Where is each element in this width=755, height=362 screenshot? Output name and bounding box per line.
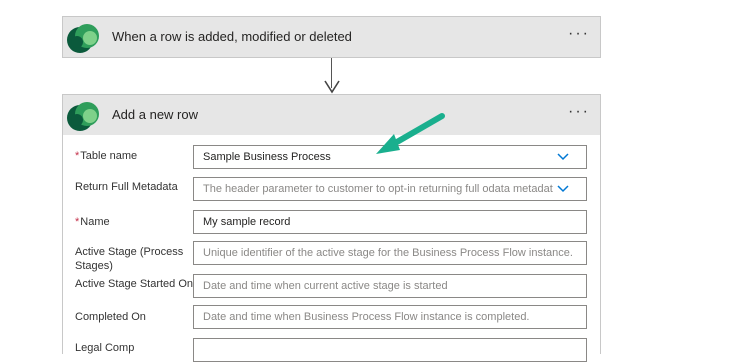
trigger-card-header[interactable]: When a row is added, modified or deleted… xyxy=(63,17,600,57)
active-stage-started-on-label: Active Stage Started On xyxy=(75,278,194,290)
return-full-metadata-dropdown[interactable]: The header parameter to customer to opt-… xyxy=(193,177,587,201)
trigger-card[interactable]: When a row is added, modified or deleted… xyxy=(62,16,601,58)
down-arrow-icon xyxy=(324,80,340,94)
return-full-metadata-label: Return Full Metadata xyxy=(75,181,178,193)
name-input[interactable]: My sample record xyxy=(193,210,587,234)
chevron-down-icon xyxy=(557,153,569,161)
active-stage-started-on-input[interactable]: Date and time when current active stage … xyxy=(193,274,587,298)
dataverse-logo-icon xyxy=(67,24,99,53)
partial-field-input[interactable] xyxy=(193,338,587,362)
chevron-down-icon xyxy=(556,182,570,196)
name-label: *Name xyxy=(75,216,110,228)
action-card-header[interactable]: Add a new row ··· xyxy=(63,95,600,135)
required-indicator: * xyxy=(75,150,80,162)
trigger-more-options-button[interactable]: ··· xyxy=(568,25,590,43)
action-title: Add a new row xyxy=(112,107,198,122)
active-stage-label: Active Stage (Process Stages) xyxy=(75,246,184,272)
action-more-options-button[interactable]: ··· xyxy=(568,103,590,121)
table-name-dropdown[interactable]: Sample Business Process xyxy=(193,145,587,169)
dataverse-logo-icon xyxy=(67,102,99,131)
required-indicator: * xyxy=(75,216,80,228)
completed-on-input[interactable]: Date and time when Business Process Flow… xyxy=(193,305,587,329)
trigger-title: When a row is added, modified or deleted xyxy=(112,29,352,44)
active-stage-input[interactable]: Unique identifier of the active stage fo… xyxy=(193,241,587,265)
partial-field-label: Legal Comp xyxy=(75,342,135,354)
table-name-label: *Table name xyxy=(75,150,138,162)
action-card[interactable]: Add a new row ··· *Table name Sample Bus… xyxy=(62,94,601,362)
completed-on-label: Completed On xyxy=(75,311,146,323)
